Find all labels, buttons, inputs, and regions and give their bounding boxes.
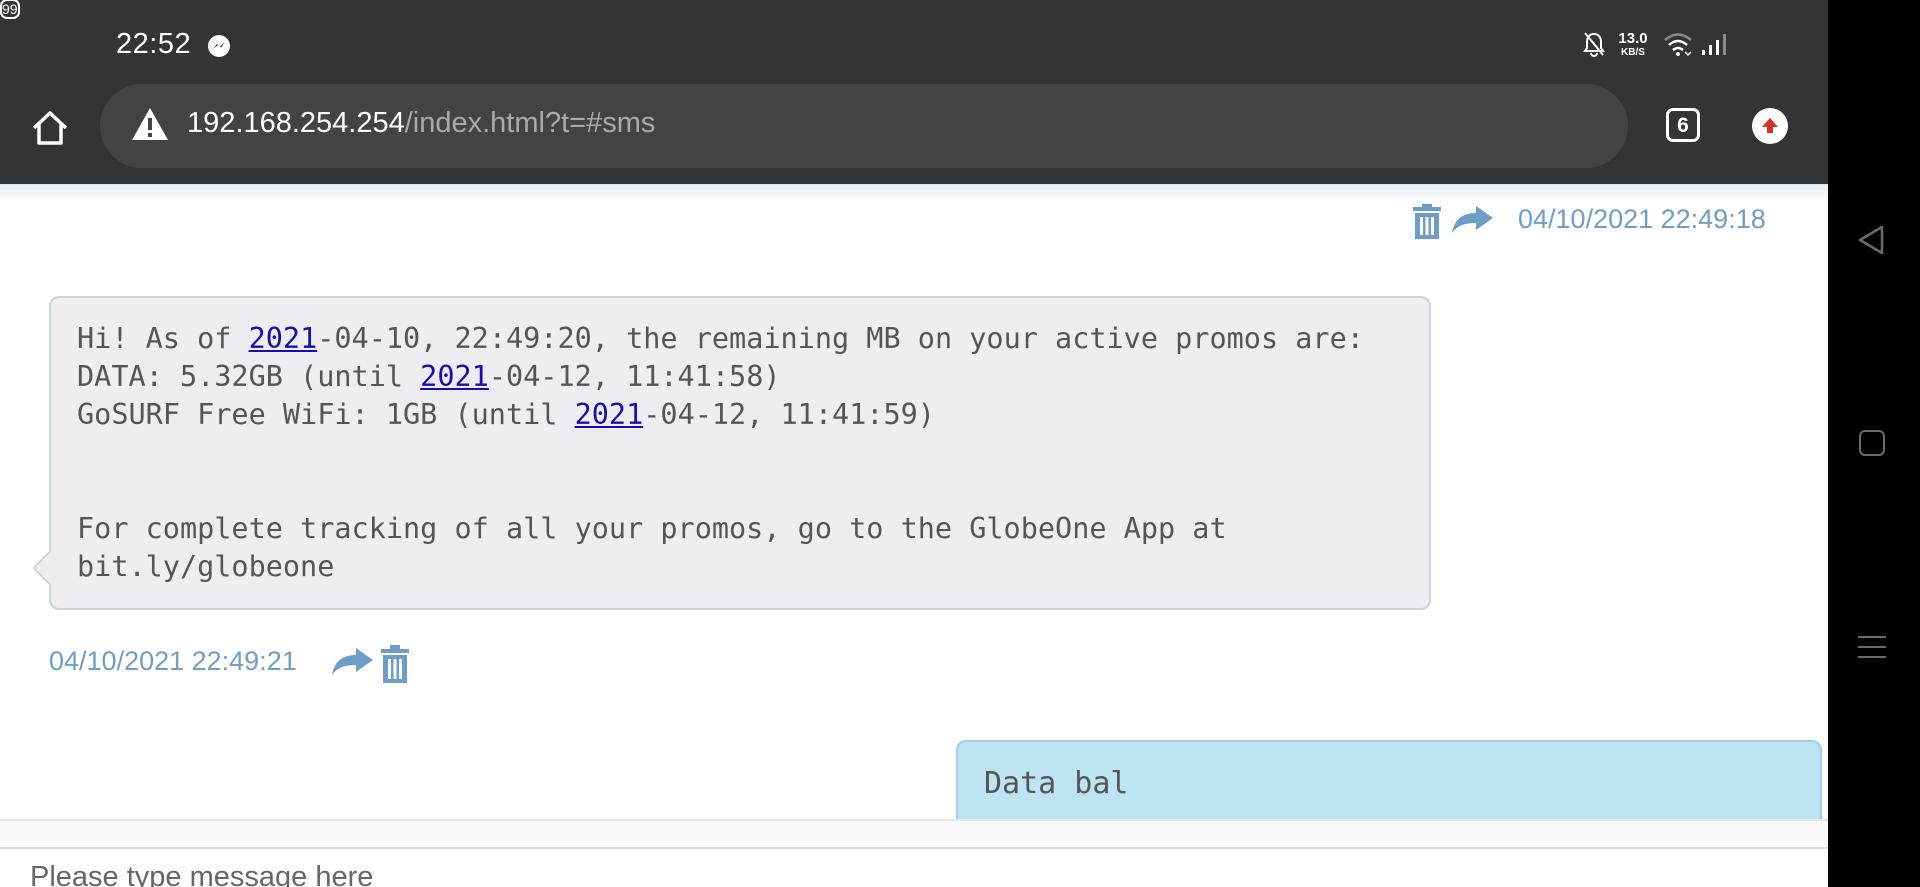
phone-screen: 22:52 13.0 KB/S 99 192.168.254.254/index… xyxy=(0,0,1828,887)
incoming-message-bubble: Hi! As of 2021-04-10, 22:49:20, the rema… xyxy=(49,296,1431,610)
mute-bell-icon xyxy=(1582,30,1606,60)
text-line: DATA: 5.32GB (until 2021-04-12, 11:41:58… xyxy=(77,360,781,393)
menu-icon[interactable] xyxy=(1858,634,1886,665)
url-text[interactable]: 192.168.254.254/index.html?t=#sms xyxy=(187,107,655,140)
tab-switcher-button[interactable]: 6 xyxy=(1666,108,1700,142)
upload-icon[interactable] xyxy=(1752,108,1788,144)
sms-thread: 04/10/2021 22:49:18 Hi! As of 2021-04-10… xyxy=(0,184,1828,850)
text-line: GoSURF Free WiFi: 1GB (until 2021-04-12,… xyxy=(77,398,935,431)
signal-icon xyxy=(1700,30,1730,60)
delete-icon[interactable] xyxy=(380,644,410,689)
wifi-icon xyxy=(1663,30,1693,60)
home-nav-icon[interactable] xyxy=(1859,430,1885,456)
navigation-bar xyxy=(1828,0,1920,887)
forward-icon[interactable] xyxy=(330,646,374,681)
warning-icon[interactable] xyxy=(130,106,170,147)
battery-icon: 99 xyxy=(0,0,20,19)
url-path: /index.html?t=#sms xyxy=(404,107,656,139)
text-line: Hi! As of 2021-04-10, 22:49:20, the rema… xyxy=(77,322,1364,355)
text-line: bit.ly/globeone xyxy=(77,550,335,583)
divider xyxy=(0,184,1828,203)
home-icon[interactable] xyxy=(26,104,74,152)
text-line: For complete tracking of all your promos… xyxy=(77,512,1227,545)
date-link[interactable]: 2021 xyxy=(249,322,318,355)
message-timestamp: 04/10/2021 22:49:18 xyxy=(1518,204,1766,234)
url-host: 192.168.254.254 xyxy=(187,107,405,139)
browser-toolbar: 192.168.254.254/index.html?t=#sms 6 xyxy=(0,84,1828,184)
message-input[interactable]: Please type message here xyxy=(0,847,1828,887)
back-icon[interactable] xyxy=(1856,224,1886,261)
clock: 22:52 xyxy=(116,28,192,60)
network-speed: 13.0 KB/S xyxy=(1614,30,1652,62)
forward-icon[interactable] xyxy=(1450,204,1494,239)
delete-icon[interactable] xyxy=(1412,204,1442,245)
message-timestamp: 04/10/2021 22:49:21 xyxy=(49,646,297,676)
message-text: Data bal xyxy=(984,766,1129,801)
status-bar: 22:52 13.0 KB/S 99 xyxy=(0,0,1828,84)
date-link[interactable]: 2021 xyxy=(575,398,644,431)
message-text: Hi! As of 2021-04-10, 22:49:20, the rema… xyxy=(77,320,1364,586)
network-speed-unit: KB/S xyxy=(1621,47,1645,58)
address-bar[interactable]: 192.168.254.254/index.html?t=#sms xyxy=(100,84,1628,168)
date-link[interactable]: 2021 xyxy=(420,360,489,393)
message-input-placeholder: Please type message here xyxy=(30,861,374,887)
network-speed-value: 13.0 xyxy=(1618,30,1648,47)
messenger-icon xyxy=(208,35,230,57)
compose-area: Please type message here xyxy=(0,819,1828,887)
